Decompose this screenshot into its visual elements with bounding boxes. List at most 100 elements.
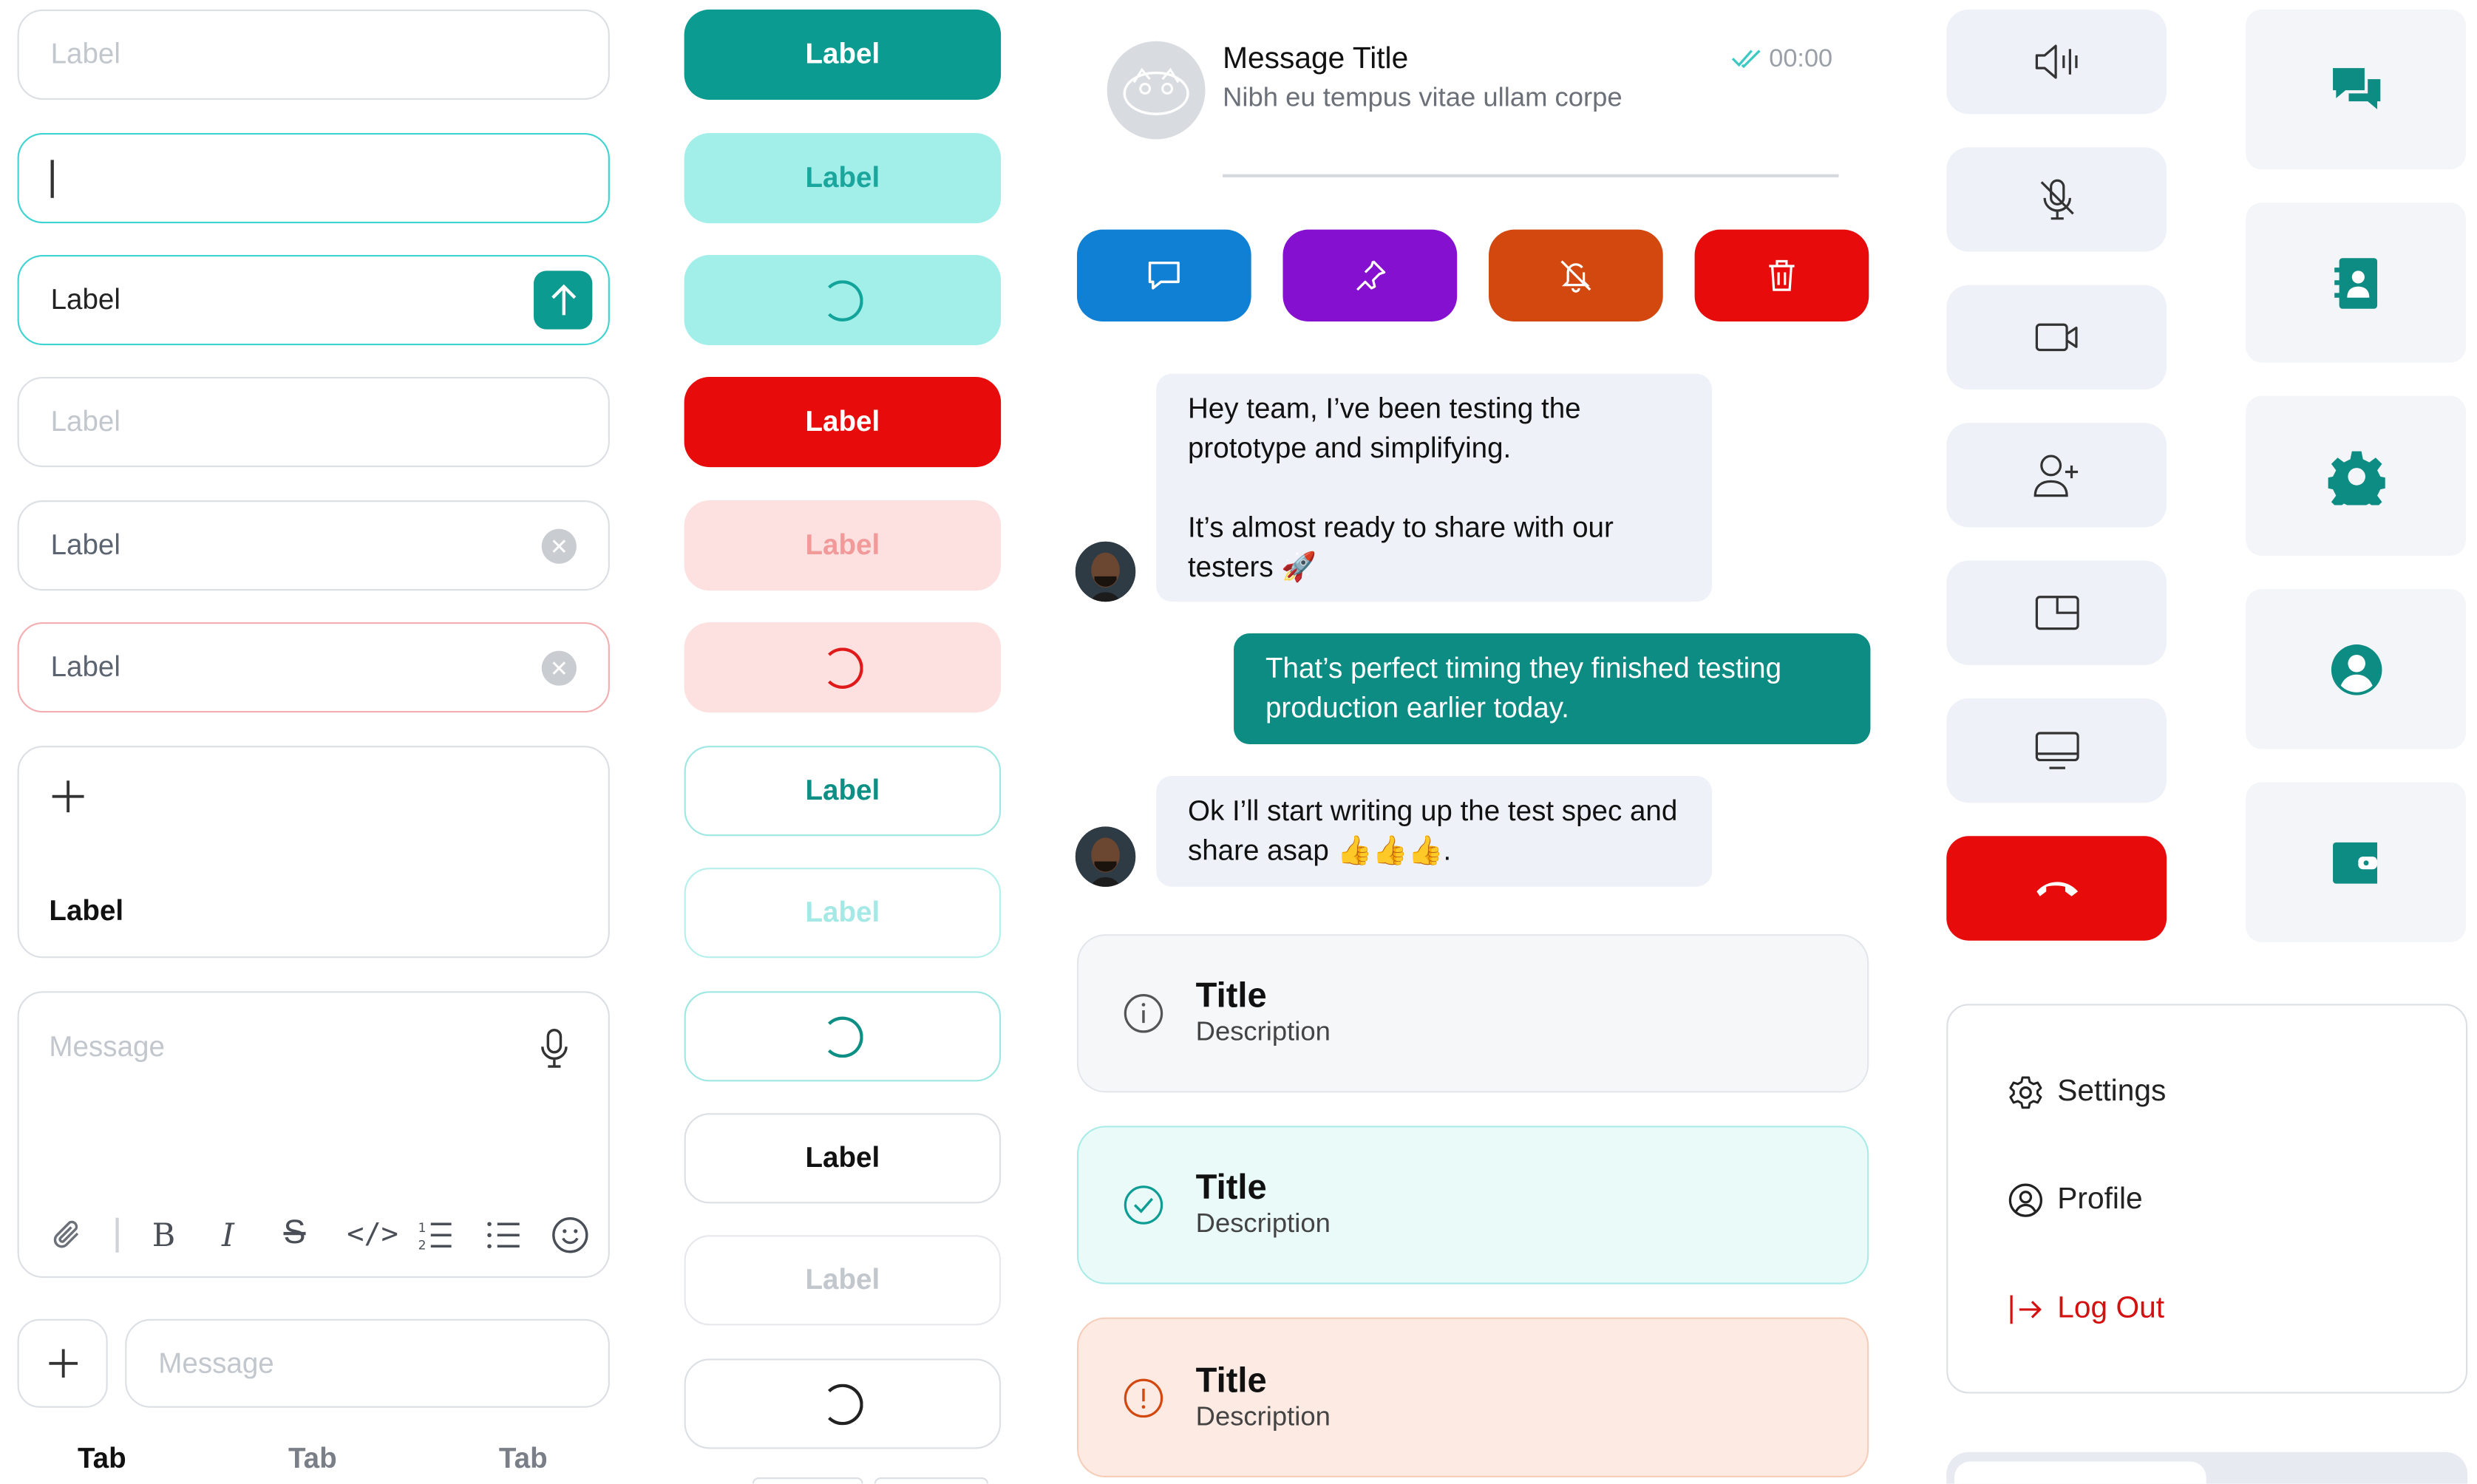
plus-icon	[48, 1349, 77, 1378]
ui-kit-canvas: Label Label Label Label ✕ Label ✕ Label …	[0, 0, 2477, 1484]
paperclip-icon[interactable]	[51, 1218, 86, 1253]
alert-description: Description	[1195, 1016, 1331, 1047]
avatar-face-icon	[1075, 541, 1136, 602]
outline-button[interactable]: Label	[684, 746, 1002, 837]
toolbar-divider	[115, 1217, 118, 1253]
video-icon	[2034, 323, 2077, 352]
loading-spinner	[822, 1383, 863, 1425]
alert-description: Description	[1195, 1400, 1331, 1431]
wallet-icon	[2331, 841, 2376, 883]
incoming-message-bubble: Hey team, I’ve been testing the prototyp…	[1156, 373, 1713, 602]
sender-avatar	[1075, 541, 1136, 602]
text-input-empty[interactable]: Label	[17, 9, 610, 100]
message-input[interactable]: Message	[125, 1318, 610, 1408]
add-user-icon	[2033, 455, 2078, 497]
text-input-error[interactable]: Label ✕	[17, 622, 610, 713]
danger-light-button[interactable]: Label	[684, 500, 1002, 591]
clear-icon[interactable]: ✕	[541, 650, 577, 685]
read-check-icon	[1731, 50, 1761, 69]
text-input-focused[interactable]	[17, 132, 610, 224]
microphone-toggle-button[interactable]	[1946, 147, 2167, 252]
primary-light-button[interactable]: Label	[684, 132, 1002, 224]
pip-icon	[2034, 596, 2079, 630]
upload-label: Label	[49, 894, 124, 927]
send-button[interactable]	[534, 270, 593, 330]
emoji-icon[interactable]	[551, 1216, 589, 1254]
menu-item-profile[interactable]: Profile	[2008, 1183, 2143, 1218]
outgoing-message-bubble: That’s perfect timing they finished test…	[1234, 633, 1871, 745]
segmented-control	[1946, 1451, 2468, 1484]
mic-icon[interactable]	[538, 1028, 570, 1069]
tab-1[interactable]: Tab	[78, 1443, 126, 1476]
danger-button[interactable]: Label	[684, 376, 1002, 468]
chat-icon	[2331, 67, 2380, 109]
logout-icon	[2010, 1295, 2042, 1324]
contact-avatar	[1107, 41, 1206, 140]
svg-text:1: 1	[418, 1221, 427, 1236]
text-input-clearable[interactable]: Label ✕	[17, 500, 610, 591]
menu-item-settings[interactable]: Settings	[2008, 1075, 2166, 1110]
primary-button[interactable]: Label	[684, 9, 1002, 100]
reply-action-button[interactable]	[1076, 229, 1251, 321]
svg-text:2: 2	[418, 1239, 427, 1253]
strikethrough-icon[interactable]: S	[284, 1214, 306, 1252]
alert-title: Title	[1195, 1167, 1267, 1207]
message-composer[interactable]: Message B I S </> 12	[17, 991, 610, 1279]
picture-in-picture-button[interactable]	[1946, 560, 2167, 665]
success-alert: Title Description	[1076, 1126, 1869, 1284]
video-button[interactable]	[1946, 285, 2167, 390]
pin-action-button[interactable]	[1282, 229, 1458, 321]
contacts-tile[interactable]	[2246, 202, 2467, 363]
text-input-empty-2[interactable]: Label	[17, 376, 610, 468]
neutral-button[interactable]: Label	[684, 1113, 1002, 1204]
add-participant-button[interactable]	[1946, 423, 2167, 528]
chat-tile[interactable]	[2246, 9, 2467, 170]
text-input-with-send[interactable]: Label	[17, 254, 610, 346]
upload-tile[interactable]: Label	[17, 746, 610, 959]
settings-tile[interactable]	[2246, 395, 2467, 556]
incoming-message-bubble: Ok I’ll start writing up the test spec a…	[1156, 775, 1713, 887]
alert-title: Title	[1195, 975, 1267, 1015]
mute-action-button[interactable]	[1489, 229, 1663, 321]
wallet-tile[interactable]	[2246, 782, 2467, 942]
sender-avatar	[1075, 826, 1136, 887]
code-icon[interactable]: </>	[347, 1218, 398, 1251]
outline-loading-button[interactable]	[684, 991, 1002, 1082]
warning-alert: Title Description	[1076, 1317, 1869, 1478]
user-circle-icon	[2330, 643, 2382, 695]
share-screen-button[interactable]	[1946, 698, 2167, 803]
neutral-loading-button[interactable]	[684, 1358, 1002, 1449]
comment-icon	[1148, 261, 1180, 290]
outline-disabled-button[interactable]: Label	[684, 868, 1002, 959]
neutral-disabled-button[interactable]: Label	[684, 1235, 1002, 1326]
clear-icon[interactable]: ✕	[541, 528, 577, 563]
formatting-toolbar: B I S </> 12	[51, 1214, 589, 1256]
input-value: Label	[50, 650, 120, 683]
numbered-list-icon[interactable]: 12	[418, 1218, 453, 1253]
end-call-button[interactable]	[1946, 836, 2167, 941]
add-attachment-button[interactable]	[17, 1318, 108, 1408]
message-list-item[interactable]: Message Title Nibh eu tempus vitae ullam…	[1077, 10, 1869, 177]
tab-2[interactable]: Tab	[288, 1443, 337, 1476]
profile-tile[interactable]	[2246, 589, 2467, 749]
tab-3[interactable]: Tab	[499, 1443, 548, 1476]
gear-icon	[2327, 450, 2385, 505]
loading-spinner	[822, 1015, 863, 1058]
loading-spinner	[822, 279, 863, 321]
italic-icon[interactable]: I	[222, 1216, 234, 1254]
delete-action-button[interactable]	[1694, 229, 1869, 321]
bullet-list-icon[interactable]	[486, 1218, 521, 1253]
text-cursor	[50, 159, 53, 197]
segment-active[interactable]	[1954, 1461, 2206, 1484]
alert-description: Description	[1195, 1208, 1331, 1239]
primary-light-loading-button[interactable]	[684, 254, 1002, 346]
partial-button-left	[752, 1477, 863, 1484]
composer-placeholder: Message	[49, 1030, 165, 1063]
danger-light-loading-button[interactable]	[684, 622, 1002, 713]
bell-off-icon	[1560, 260, 1591, 293]
speaker-button[interactable]	[1946, 9, 2167, 115]
message-placeholder: Message	[158, 1347, 274, 1379]
menu-item-logout[interactable]: Log Out	[2008, 1292, 2164, 1327]
bold-icon[interactable]: B	[152, 1216, 176, 1254]
speaker-icon	[2034, 44, 2077, 79]
